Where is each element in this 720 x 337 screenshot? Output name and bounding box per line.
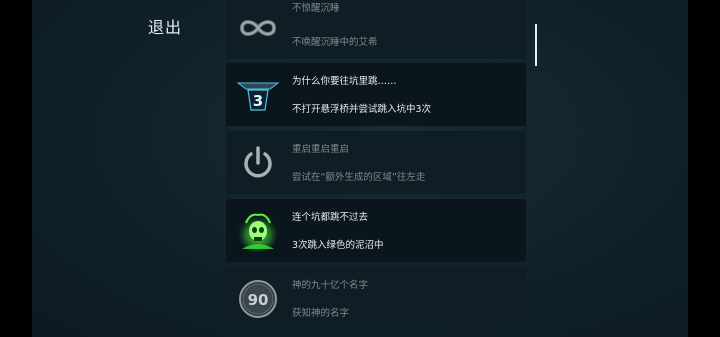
- achievement-list[interactable]: 不惊醒沉睡 不唤醒沉睡中的艾希 3 为什么你要往坑里跳…… 不打开悬浮桥并尝试跳…: [226, 0, 526, 337]
- achievement-row[interactable]: 90 神的九十亿个名字 获知神的名字: [226, 267, 526, 330]
- game-screen: 退出 不惊醒沉睡 不唤醒沉睡中的艾希 3 为什么你要往坑里跳…… 不打开悬浮桥并…: [0, 0, 720, 337]
- infinity-icon: [236, 7, 280, 49]
- achievement-row[interactable]: 重启重启重启 尝试在“额外生成的区域”往左走: [226, 131, 526, 194]
- achievement-description: 不打开悬浮桥并尝试跳入坑中3次: [292, 104, 432, 115]
- achievement-description: 尝试在“额外生成的区域”往左走: [292, 172, 426, 183]
- green-skull-icon: [236, 210, 280, 252]
- achievement-title: 连个坑都跳不过去: [292, 212, 369, 223]
- pit-three-icon: 3: [236, 74, 280, 116]
- achievement-title: 神的九十亿个名字: [292, 280, 369, 291]
- achievement-title: 重启重启重启: [292, 144, 350, 155]
- achievement-row[interactable]: 3 为什么你要往坑里跳…… 不打开悬浮桥并尝试跳入坑中3次: [226, 63, 526, 126]
- achievement-description: 3次跳入绿色的泥沼中: [292, 240, 384, 251]
- achievement-row[interactable]: 不惊醒沉睡 不唤醒沉睡中的艾希: [226, 0, 526, 59]
- svg-text:90: 90: [248, 291, 269, 309]
- svg-text:3: 3: [253, 92, 263, 110]
- achievement-title: 不惊醒沉睡: [292, 3, 340, 14]
- exit-button[interactable]: 退出: [148, 14, 182, 38]
- achievement-row[interactable]: 连个坑都跳不过去 3次跳入绿色的泥沼中: [226, 199, 526, 262]
- ninety-badge-icon: 90: [236, 278, 280, 320]
- power-icon: [236, 142, 280, 184]
- scrollbar[interactable]: [535, 24, 537, 66]
- achievement-description: 不唤醒沉睡中的艾希: [292, 37, 378, 48]
- achievement-title: 为什么你要往坑里跳……: [292, 76, 397, 87]
- achievement-description: 获知神的名字: [292, 308, 350, 319]
